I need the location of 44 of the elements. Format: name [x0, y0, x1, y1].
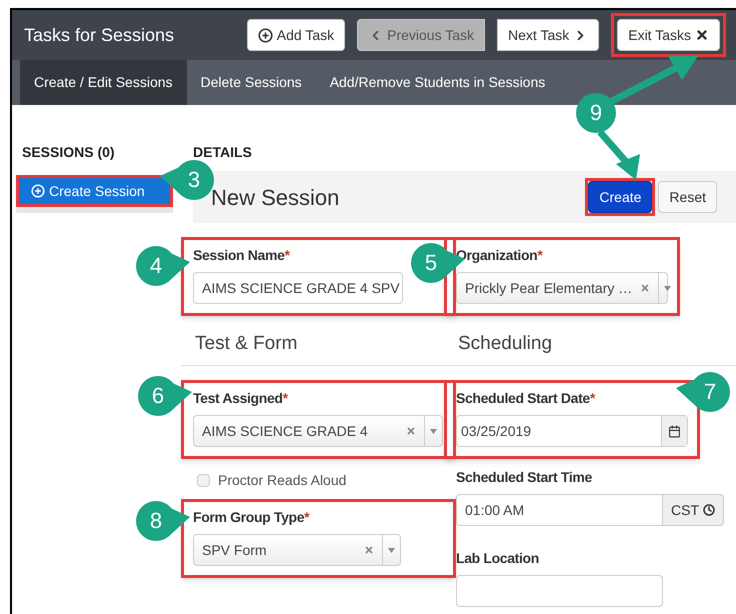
caret-icon — [664, 286, 672, 290]
tab[interactable]: Create / Edit Sessions — [20, 60, 187, 105]
add-task-button[interactable]: Add Task — [246, 19, 346, 51]
field-label: Organization* — [456, 246, 542, 265]
page-title: Tasks for Sessions — [24, 24, 176, 46]
checkbox-label: Proctor Reads Aloud — [218, 470, 346, 490]
field-label: Scheduled Start Time — [456, 468, 592, 487]
time-field[interactable]: 01:00 AM — [456, 494, 663, 526]
field-label: Scheduled Start Date* — [456, 389, 595, 408]
text-field[interactable] — [456, 575, 663, 607]
select-field[interactable]: SPV Form — [193, 534, 401, 566]
field-label: Form Group Type* — [193, 508, 310, 527]
field-label: Test Assigned* — [193, 389, 288, 408]
calendar-icon — [668, 424, 681, 438]
clear-icon[interactable] — [364, 545, 374, 555]
date-field[interactable]: 03/25/2019 — [456, 415, 688, 447]
caret-icon — [388, 548, 395, 552]
create-session-button[interactable]: Create Session — [19, 178, 170, 204]
field-label: Session Name* — [193, 246, 290, 265]
form-title: New Session — [211, 184, 340, 212]
timezone-addon: CST — [663, 494, 724, 526]
select-field[interactable]: AIMS SCIENCE GRADE 4 — [193, 415, 443, 447]
text-field[interactable]: AIMS SCIENCE GRADE 4 SPV — [193, 272, 403, 304]
select-field[interactable]: Prickly Pear Elementary … — [456, 272, 668, 304]
exit-task-button[interactable]: Exit Tasks — [617, 19, 720, 51]
plus-icon — [258, 28, 273, 42]
clock-icon — [703, 504, 715, 516]
next-task-button[interactable]: Next Task — [497, 19, 600, 51]
arrow — [597, 130, 640, 180]
step-marker: 9 — [576, 93, 616, 133]
section-heading: DETAILS — [192, 143, 253, 162]
reset-button[interactable]: Reset — [658, 181, 717, 213]
caret-icon — [430, 428, 437, 434]
field-label: Lab Location — [456, 549, 539, 568]
section-heading: Test & Form — [181, 316, 456, 366]
section-heading: SESSIONS (0) — [21, 143, 116, 162]
create-button[interactable]: Create — [588, 181, 652, 213]
clear-icon[interactable] — [406, 426, 416, 436]
tab[interactable]: Add/Remove Students in Sessions — [316, 60, 560, 105]
section-heading: Scheduling — [456, 316, 736, 366]
close-icon — [695, 28, 709, 42]
tab[interactable]: Delete Sessions — [186, 60, 316, 105]
plus-icon — [31, 184, 45, 198]
clear-icon[interactable] — [640, 283, 650, 293]
